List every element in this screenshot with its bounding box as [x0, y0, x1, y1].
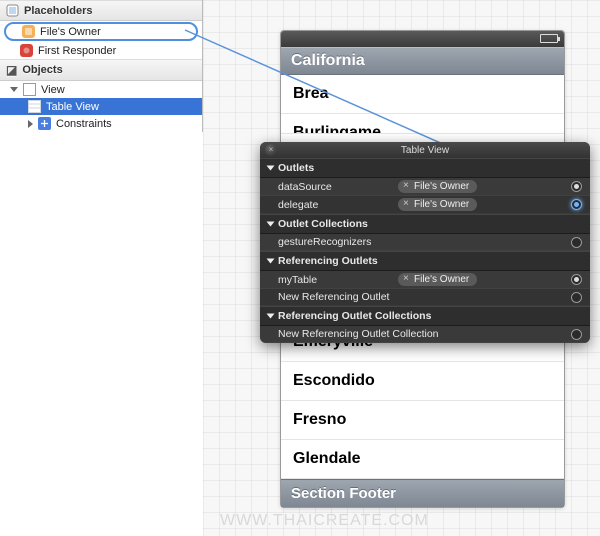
connection-socket-icon[interactable]	[571, 329, 582, 340]
constraints-icon	[38, 117, 51, 130]
connection-socket-icon[interactable]	[571, 181, 582, 192]
outline-item-table-view[interactable]: Table View	[0, 98, 202, 115]
disclosure-triangle-icon[interactable]	[267, 259, 275, 264]
connection-pill[interactable]: File's Owner	[398, 273, 477, 286]
outlet-name: delegate	[278, 199, 398, 211]
outlet-name: New Referencing Outlet Collection	[278, 328, 571, 340]
outlet-name: myTable	[278, 274, 398, 286]
connection-socket-icon[interactable]	[571, 237, 582, 248]
hud-section-label: Outlets	[278, 162, 314, 174]
outlet-name: New Referencing Outlet	[278, 291, 571, 303]
hud-title-bar[interactable]: × Table View	[260, 142, 590, 158]
connection-pill[interactable]: File's Owner	[398, 198, 477, 211]
outline-item-label: First Responder	[38, 45, 116, 57]
first-responder-icon	[20, 44, 33, 57]
hud-row-gesture-recognizers[interactable]: gestureRecognizers	[260, 234, 590, 251]
table-row[interactable]: Burlingame	[281, 114, 564, 134]
outlet-name: dataSource	[278, 181, 398, 193]
connection-socket-icon[interactable]	[571, 199, 582, 210]
outline-section-placeholders: Placeholders	[0, 0, 202, 21]
outline-item-label: View	[41, 84, 65, 96]
objects-group-icon: ◪	[6, 63, 17, 77]
outline-item-view[interactable]: View	[0, 81, 202, 98]
status-bar	[281, 31, 564, 47]
document-outline: Placeholders File's Owner First Responde…	[0, 0, 203, 132]
hud-row-new-ref-collection[interactable]: New Referencing Outlet Collection	[260, 326, 590, 343]
hud-section-outlets[interactable]: Outlets	[260, 158, 590, 178]
hud-row-new-ref-outlet[interactable]: New Referencing Outlet	[260, 289, 590, 306]
table-row[interactable]: Brea	[281, 75, 564, 114]
hud-outlet-delegate[interactable]: delegate File's Owner	[260, 196, 590, 214]
close-icon[interactable]: ×	[265, 144, 277, 156]
disclosure-triangle-icon[interactable]	[267, 222, 275, 227]
table-section-header: California	[281, 47, 564, 75]
table-view-icon	[28, 100, 41, 113]
view-icon	[23, 83, 36, 96]
outline-item-constraints[interactable]: Constraints	[0, 115, 202, 132]
hud-section-referencing-outlet-collections[interactable]: Referencing Outlet Collections	[260, 306, 590, 326]
outline-item-files-owner[interactable]: File's Owner	[4, 22, 198, 41]
hud-section-outlet-collections[interactable]: Outlet Collections	[260, 214, 590, 234]
battery-icon	[540, 34, 558, 43]
outline-section-label: Placeholders	[24, 5, 92, 17]
connection-socket-icon[interactable]	[571, 292, 582, 303]
hud-section-referencing-outlets[interactable]: Referencing Outlets	[260, 251, 590, 271]
outline-item-label: Table View	[46, 101, 99, 113]
outline-section-label: Objects	[22, 64, 62, 76]
table-section-footer: Section Footer	[281, 479, 564, 507]
outline-item-label: File's Owner	[40, 26, 101, 38]
outline-section-objects: ◪ Objects	[0, 59, 202, 81]
files-owner-icon	[22, 25, 35, 38]
hud-outlet-datasource[interactable]: dataSource File's Owner	[260, 178, 590, 196]
table-row[interactable]: Fresno	[281, 401, 564, 440]
hud-section-label: Referencing Outlet Collections	[278, 310, 431, 322]
hud-title-label: Table View	[401, 145, 449, 156]
disclosure-triangle-icon[interactable]	[28, 120, 33, 128]
table-row[interactable]: Escondido	[281, 362, 564, 401]
disclosure-triangle-icon[interactable]	[267, 166, 275, 171]
disclosure-triangle-icon[interactable]	[267, 314, 275, 319]
placeholder-group-icon	[6, 4, 19, 17]
watermark: WWW.THAICREATE.COM	[220, 512, 429, 530]
hud-section-label: Referencing Outlets	[278, 255, 378, 267]
hud-section-label: Outlet Collections	[278, 218, 368, 230]
connection-socket-icon[interactable]	[571, 274, 582, 285]
outline-item-label: Constraints	[56, 118, 112, 130]
table-row[interactable]: Glendale	[281, 440, 564, 479]
connection-pill[interactable]: File's Owner	[398, 180, 477, 193]
disclosure-triangle-icon[interactable]	[10, 87, 18, 92]
hud-row-mytable[interactable]: myTable File's Owner	[260, 271, 590, 289]
connections-panel[interactable]: × Table View Outlets dataSource File's O…	[260, 142, 590, 343]
outlet-name: gestureRecognizers	[278, 236, 398, 248]
outline-item-first-responder[interactable]: First Responder	[0, 42, 202, 59]
